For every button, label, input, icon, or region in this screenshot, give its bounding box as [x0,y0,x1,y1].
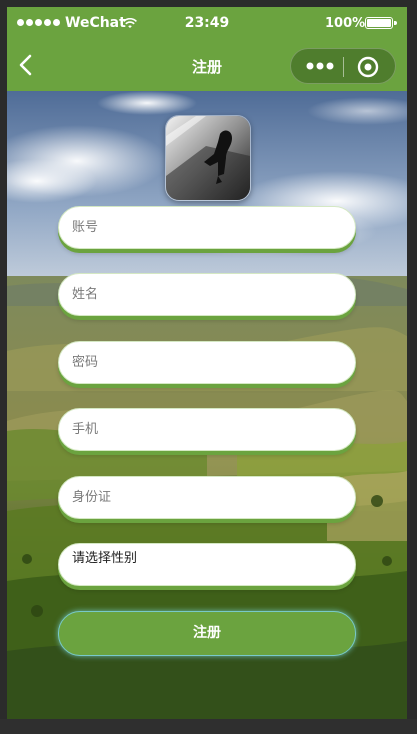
nav-bar: 注册 [7,41,407,91]
close-target-icon[interactable] [357,56,379,78]
gender-picker-label: 请选择性别 [72,551,138,566]
id-card-input[interactable] [72,477,342,518]
name-field[interactable] [58,273,356,316]
avatar-image [166,116,250,200]
id-card-field[interactable] [58,476,356,519]
battery-percent: 100% [325,16,366,31]
capsule-divider [343,57,344,77]
register-button[interactable]: 注册 [58,611,356,656]
account-field[interactable] [58,206,356,249]
avatar [165,115,251,201]
account-input[interactable] [72,207,342,248]
menu-capsule [290,48,396,84]
battery-icon [365,17,397,29]
status-bar: WeChat 23:49 100% [7,7,407,41]
phone-field[interactable] [58,408,356,451]
gender-picker[interactable]: 请选择性别 [58,543,356,586]
password-field[interactable] [58,341,356,384]
more-dots-icon[interactable] [305,59,335,73]
phone-screen: WeChat 23:49 100% 注册 账号 姓名 手机 身份证 请选择性别 … [7,7,407,719]
password-input[interactable] [72,342,342,383]
device-frame-bottom [0,719,417,734]
name-input[interactable] [72,274,342,315]
phone-input[interactable] [72,409,342,450]
